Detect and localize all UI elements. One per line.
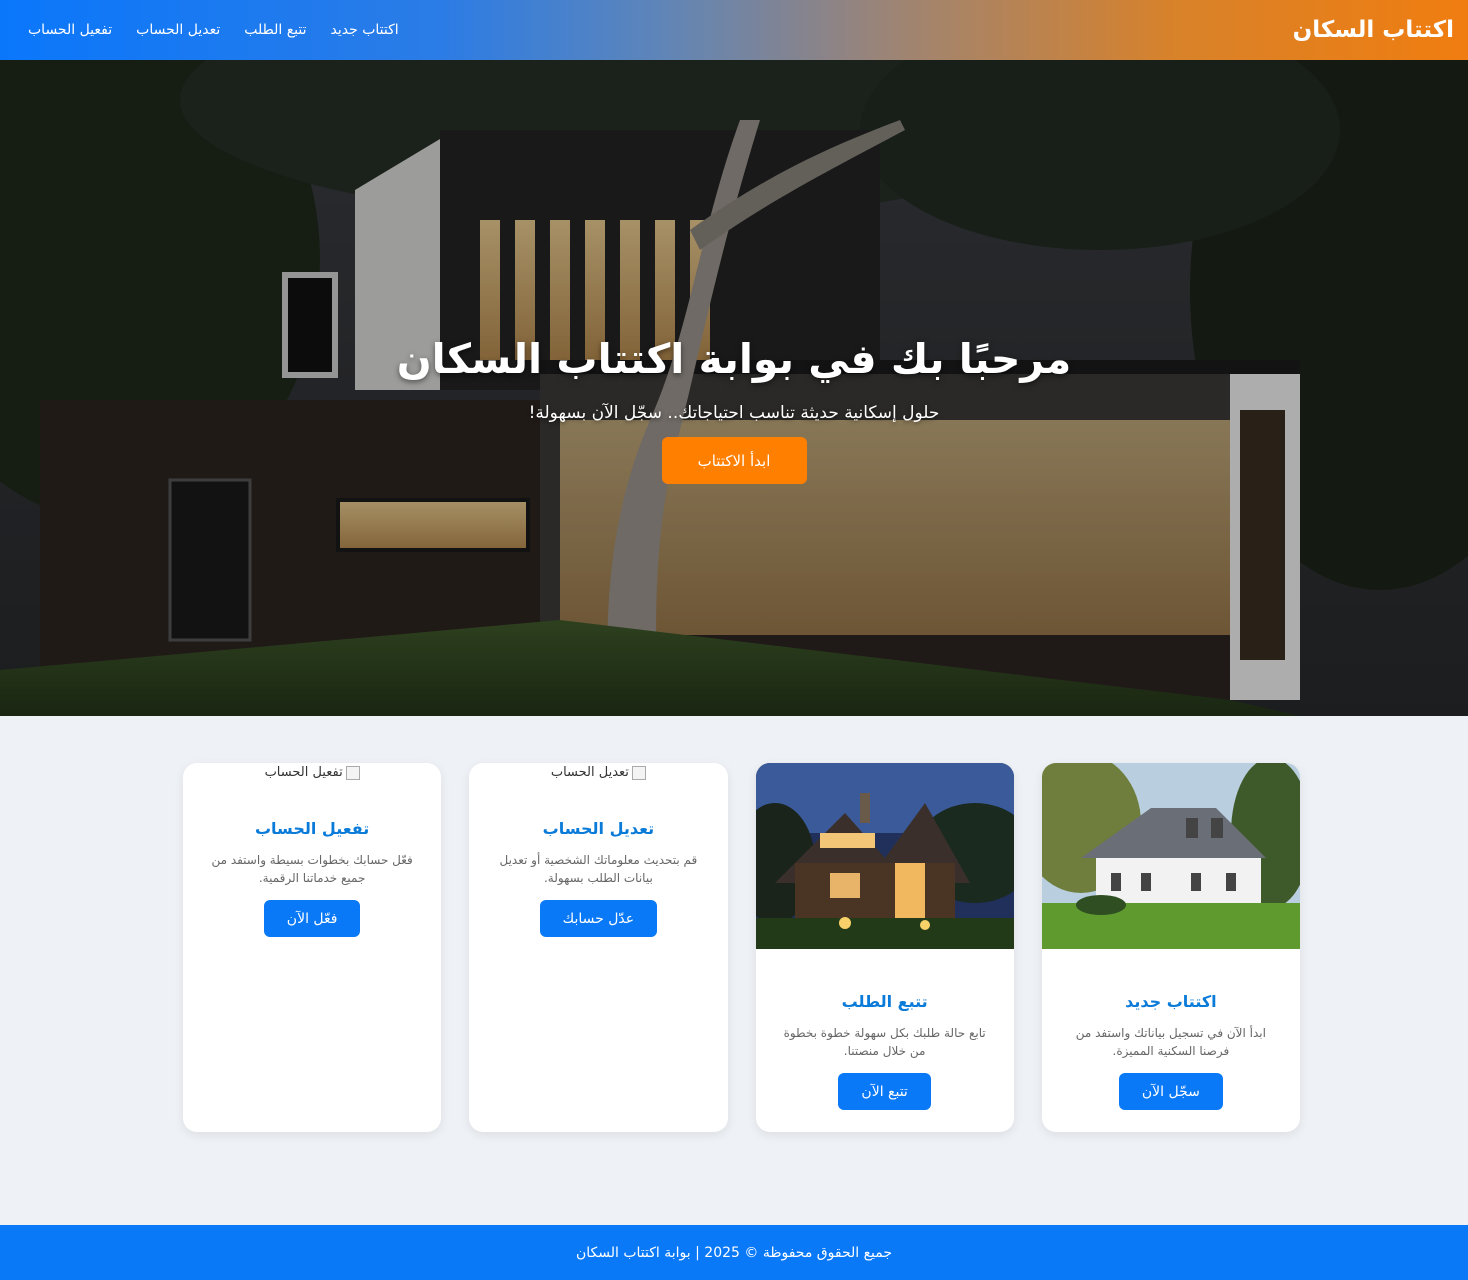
card-title: تعديل الحساب — [542, 819, 655, 838]
card-title: تفعيل الحساب — [254, 819, 370, 838]
card-new-subscription: اكتتاب جديد ابدأ الآن في تسجيل بياناتك و… — [1041, 763, 1300, 1132]
nav-activate-account[interactable]: تفعيل الحساب — [28, 22, 112, 38]
card-title: اكتتاب جديد — [1125, 992, 1217, 1011]
top-navbar: اكتتاب السكان اكتتاب جديد تتبع الطلب تعد… — [0, 0, 1468, 60]
card-title: تتبع الطلب — [841, 992, 928, 1011]
image-alt-text: تفعيل الحساب — [264, 765, 343, 780]
footer-copyright: جميع الحقوق محفوظة © 2025 | بوابة اكتتاب… — [575, 1244, 893, 1261]
hero-subtitle: حلول إسكانية حديثة تناسب احتياجاتك.. سجّ… — [528, 403, 940, 423]
register-now-button[interactable]: سجّل الآن — [1118, 1073, 1223, 1110]
hero-content: مرحبًا بك في بوابة اكتتاب السكان حلول إس… — [0, 60, 1468, 716]
card-edit-account: تعديل الحساب تعديل الحساب قم بتحديث معلو… — [469, 763, 728, 1132]
services-cards: اكتتاب جديد ابدأ الآن في تسجيل بياناتك و… — [183, 763, 1300, 1132]
broken-image-icon — [631, 765, 646, 780]
nav-track-request[interactable]: تتبع الطلب — [244, 22, 306, 38]
card-description: قم بتحديث معلوماتك الشخصية أو تعديل بيان… — [499, 853, 698, 885]
track-now-button[interactable]: تتبع الآن — [838, 1073, 931, 1110]
image-alt-text: تعديل الحساب — [550, 765, 629, 780]
nav-new-subscription[interactable]: اكتتاب جديد — [331, 22, 399, 38]
broken-image: تعديل الحساب — [469, 763, 727, 809]
card-description: تابع حالة طلبك بكل سهولة خطوة بخطوة من خ… — [783, 1026, 986, 1058]
broken-image: تفعيل الحساب — [183, 763, 441, 809]
card-description: ابدأ الآن في تسجيل بياناتك واستفد من فرص… — [1075, 1026, 1266, 1058]
card-track-request: تتبع الطلب تابع حالة طلبك بكل سهولة خطوة… — [755, 763, 1014, 1132]
nav-edit-account[interactable]: تعديل الحساب — [136, 22, 220, 38]
night-house-image — [755, 763, 1014, 949]
activate-now-button[interactable]: فعّل الآن — [263, 900, 361, 937]
card-description: فعّل حسابك بخطوات بسيطة واستفد من جميع خ… — [211, 853, 413, 885]
hero-section: مرحبًا بك في بوابة اكتتاب السكان حلول إس… — [0, 60, 1468, 716]
white-house-image — [1041, 763, 1300, 949]
brand-logo-text[interactable]: اكتتاب السكان — [1293, 17, 1454, 43]
hero-title: مرحبًا بك في بوابة اكتتاب السكان — [396, 335, 1072, 383]
start-subscription-button[interactable]: ابدأ الاكتتاب — [661, 437, 807, 484]
edit-account-button[interactable]: عدّل حسابك — [539, 900, 658, 937]
footer: جميع الحقوق محفوظة © 2025 | بوابة اكتتاب… — [0, 1225, 1468, 1280]
card-activate-account: تفعيل الحساب تفعيل الحساب فعّل حسابك بخط… — [183, 763, 442, 1132]
main-nav: اكتتاب جديد تتبع الطلب تعديل الحساب تفعي… — [28, 22, 399, 38]
broken-image-icon — [345, 765, 360, 780]
